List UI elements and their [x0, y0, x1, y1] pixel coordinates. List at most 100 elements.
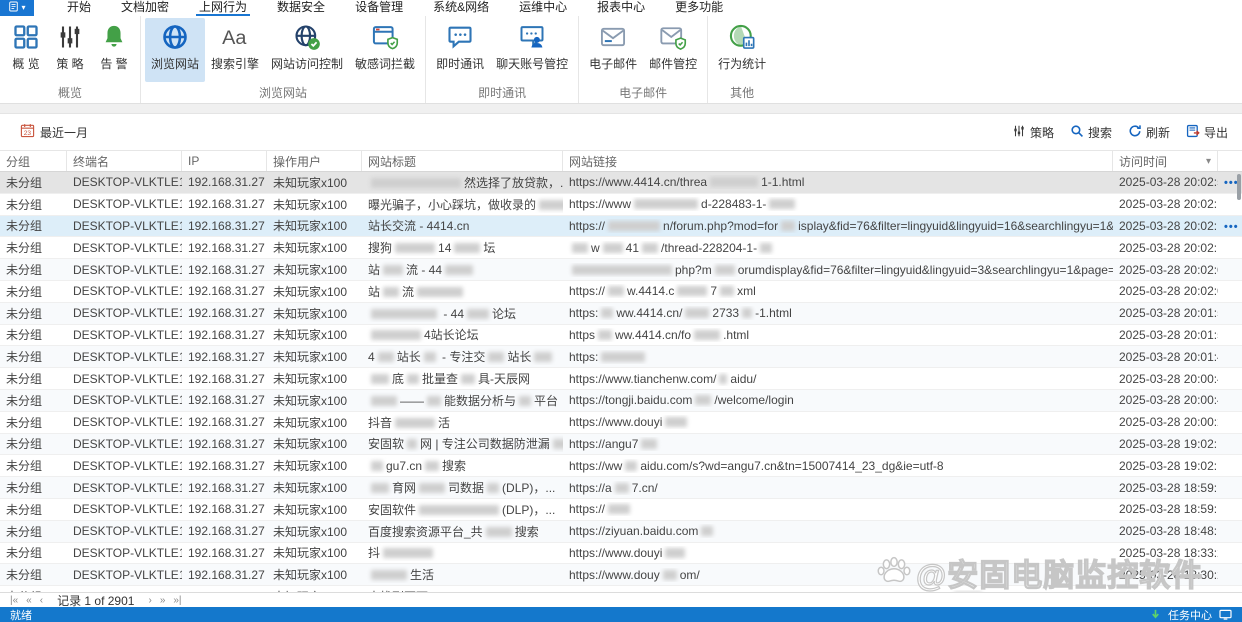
cell-group: 未分组: [0, 457, 67, 474]
table-row[interactable]: 未分组DESKTOP-VLKTLE1192.168.31.27未知玩家x100曝…: [0, 194, 1242, 216]
table-row[interactable]: 未分组DESKTOP-VLKTLE1192.168.31.27未知玩家x100安…: [0, 499, 1242, 521]
table-row[interactable]: 未分组DESKTOP-VLKTLE1192.168.31.27未知玩家x100育…: [0, 477, 1242, 499]
mail-icon: [598, 22, 628, 52]
column-header-ip[interactable]: IP: [182, 151, 267, 171]
tab-ops-center[interactable]: 运维中心: [504, 0, 582, 16]
cell-url: https://ping32.com/wp-content/themes/pin…: [563, 590, 1113, 592]
column-header-url[interactable]: 网站链接: [563, 151, 1113, 171]
text-segment: -1.html: [755, 306, 792, 320]
overview-button[interactable]: 概 览: [4, 18, 48, 82]
cell-group: 未分组: [0, 283, 67, 300]
cell-terminal: DESKTOP-VLKTLE1: [67, 350, 182, 364]
table-row[interactable]: 未分组DESKTOP-VLKTLE1192.168.31.27未知玩家x1004…: [0, 325, 1242, 347]
tab-doc-encrypt[interactable]: 文档加密: [106, 0, 184, 16]
website-access-control-button[interactable]: 网站访问控制: [265, 18, 349, 82]
cell-terminal: DESKTOP-VLKTLE1: [67, 175, 182, 189]
tab-report-center[interactable]: 报表中心: [582, 0, 660, 16]
column-header-time[interactable]: 访问时间▾: [1113, 151, 1218, 171]
browse-website-button[interactable]: 浏览网站: [145, 18, 205, 82]
monitor-icon[interactable]: [1219, 609, 1232, 620]
task-center-button[interactable]: 任务中心: [1168, 607, 1212, 622]
sort-caret-icon[interactable]: ▾: [1206, 156, 1211, 167]
search-engine-button[interactable]: Aa搜索引擎: [205, 18, 265, 82]
table-row[interactable]: 未分组DESKTOP-VLKTLE1192.168.31.27未知玩家x100抖…: [0, 543, 1242, 565]
instant-messaging-button[interactable]: 即时通讯: [430, 18, 490, 82]
redacted-segment: [461, 374, 475, 384]
text-segment: aidu/: [730, 372, 756, 386]
text-segment: https://www.douyi: [569, 415, 662, 429]
prev-group-button[interactable]: «: [26, 595, 32, 606]
chat-account-control-button[interactable]: 聊天账号管控: [490, 18, 574, 82]
cell-user: 未知玩家x100: [267, 566, 362, 583]
search-action-button[interactable]: 搜索: [1070, 124, 1112, 141]
ribbon-group-label: 即时通讯: [430, 82, 574, 105]
table-row[interactable]: 未分组DESKTOP-VLKTLE1192.168.31.27未知玩家x100百…: [0, 521, 1242, 543]
ribbon-button-label: 策 略: [56, 55, 83, 72]
sensitive-word-block-button[interactable]: 敏感词拦截: [349, 18, 421, 82]
refresh-icon: [1128, 124, 1142, 141]
menu-bar: ▾ 开始文档加密上网行为数据安全设备管理系统&网络运维中心报表中心更多功能: [0, 0, 1242, 16]
first-page-button[interactable]: |«: [10, 595, 18, 606]
text-segment: 曝光骗子，小心踩坑，做收录的: [368, 198, 536, 212]
cell-group: 未分组: [0, 435, 67, 452]
redacted-segment: [467, 309, 489, 319]
email-control-button[interactable]: 邮件管控: [643, 18, 703, 82]
date-range-label: 最近一月: [40, 124, 88, 141]
cell-title: 抖音活: [362, 414, 563, 431]
export-action-button[interactable]: 导出: [1186, 124, 1228, 141]
tab-system-network[interactable]: 系统&网络: [418, 0, 504, 16]
policy-button[interactable]: 策 略: [48, 18, 92, 82]
behavior-stats-button[interactable]: 行为统计: [712, 18, 772, 82]
next-group-button[interactable]: »: [160, 595, 166, 606]
tab-data-security[interactable]: 数据安全: [262, 0, 340, 16]
table-row[interactable]: 未分组DESKTOP-VLKTLE1192.168.31.27未知玩家x100搜…: [0, 237, 1242, 259]
cell-time: 2025-03-28 20:02:17: [1113, 219, 1218, 233]
column-header-group[interactable]: 分组: [0, 151, 67, 171]
date-range-filter[interactable]: 23 最近一月: [20, 123, 88, 141]
row-actions-menu-icon[interactable]: •••: [1224, 221, 1239, 233]
table-row[interactable]: 未分组DESKTOP-VLKTLE1192.168.31.27未知玩家x100生…: [0, 564, 1242, 586]
table-row[interactable]: 未分组DESKTOP-VLKTLE1192.168.31.27未知玩家x100抖…: [0, 412, 1242, 434]
table-row[interactable]: 未分组DESKTOP-VLKTLE1192.168.31.27未知玩家x100未…: [0, 586, 1242, 592]
text-segment: 底: [392, 372, 404, 386]
redacted-segment: [601, 352, 645, 362]
column-header-title[interactable]: 网站标题: [362, 151, 563, 171]
refresh-action-button[interactable]: 刷新: [1128, 124, 1170, 141]
tab-web-behavior[interactable]: 上网行为: [184, 0, 262, 16]
column-header-menu[interactable]: [1218, 151, 1242, 171]
redacted-segment: [417, 287, 463, 297]
table-row[interactable]: 未分组DESKTOP-VLKTLE1192.168.31.27未知玩家x100然…: [0, 172, 1242, 194]
next-page-button[interactable]: ›: [148, 595, 151, 606]
tab-device-mgmt[interactable]: 设备管理: [340, 0, 418, 16]
alert-button[interactable]: 告 警: [92, 18, 136, 82]
table-row[interactable]: 未分组DESKTOP-VLKTLE1192.168.31.27未知玩家x100站…: [0, 216, 1242, 238]
cell-title: 安固软件(DLP)，...: [362, 501, 563, 518]
cell-group: 未分组: [0, 348, 67, 365]
cell-user: 未知玩家x100: [267, 305, 362, 322]
email-button[interactable]: 电子邮件: [583, 18, 643, 82]
cell-ip: 192.168.31.27: [182, 241, 267, 255]
cell-group: 未分组: [0, 370, 67, 387]
table-row[interactable]: 未分组DESKTOP-VLKTLE1192.168.31.27未知玩家x1004…: [0, 346, 1242, 368]
column-header-user[interactable]: 操作用户: [267, 151, 362, 171]
table-row[interactable]: 未分组DESKTOP-VLKTLE1192.168.31.27未知玩家x100 …: [0, 303, 1242, 325]
tab-start[interactable]: 开始: [52, 0, 106, 16]
text-segment: php?m: [675, 263, 712, 277]
last-page-button[interactable]: »|: [173, 595, 181, 606]
tab-more-features[interactable]: 更多功能: [660, 0, 738, 16]
table-row[interactable]: 未分组DESKTOP-VLKTLE1192.168.31.27未知玩家x100站…: [0, 281, 1242, 303]
app-menu-button[interactable]: ▾: [0, 0, 34, 16]
text-segment: https:: [569, 306, 598, 320]
policy-action-button[interactable]: 策略: [1012, 124, 1054, 141]
prev-page-button[interactable]: ‹: [40, 595, 43, 606]
cell-group: 未分组: [0, 479, 67, 496]
table-row[interactable]: 未分组DESKTOP-VLKTLE1192.168.31.27未知玩家x100站…: [0, 259, 1242, 281]
table-row[interactable]: 未分组DESKTOP-VLKTLE1192.168.31.27未知玩家x100g…: [0, 455, 1242, 477]
redacted-segment: [715, 265, 735, 275]
vertical-scrollbar-thumb[interactable]: [1237, 174, 1241, 200]
column-header-terminal[interactable]: 终端名: [67, 151, 182, 171]
table-row[interactable]: 未分组DESKTOP-VLKTLE1192.168.31.27未知玩家x100安…: [0, 434, 1242, 456]
table-row[interactable]: 未分组DESKTOP-VLKTLE1192.168.31.27未知玩家x100底…: [0, 368, 1242, 390]
cell-user: 未知玩家x100: [267, 370, 362, 387]
table-row[interactable]: 未分组DESKTOP-VLKTLE1192.168.31.27未知玩家x100—…: [0, 390, 1242, 412]
